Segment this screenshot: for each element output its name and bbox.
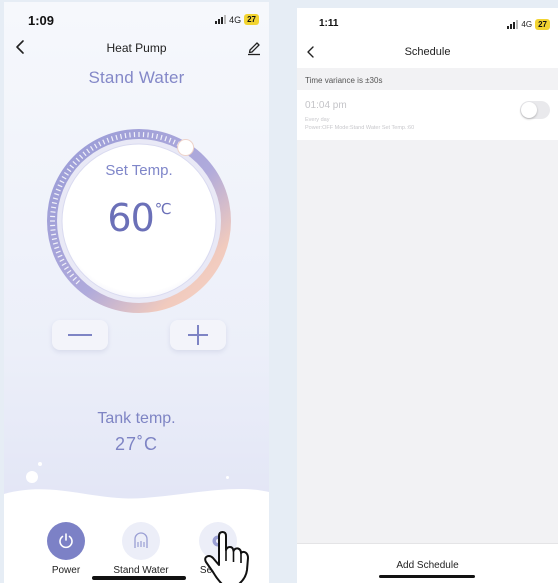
time-variance-note: Time variance is ±30s — [305, 76, 383, 85]
signal-icon — [215, 15, 227, 24]
battery-badge: 27 — [244, 14, 259, 25]
dial-knob — [177, 139, 195, 157]
signal-icon — [507, 20, 519, 29]
tank-temp-value: 27˚C — [114, 434, 158, 454]
bubble-decoration — [226, 476, 229, 479]
set-temp-value: 60℃ — [42, 196, 236, 240]
stand-water-button[interactable] — [122, 522, 160, 560]
tab-label: Power — [51, 565, 81, 576]
status-indicators: 4G 27 — [215, 14, 259, 25]
heat-pump-screen: 1:09 4G 27 Heat Pump Stand Water Set Tem… — [4, 2, 269, 583]
home-indicator — [379, 575, 475, 578]
mode-title: Stand Water — [88, 68, 185, 87]
tab-label: Stand Water — [113, 565, 169, 576]
bubble-decoration — [38, 462, 42, 466]
battery-badge: 27 — [535, 19, 550, 30]
power-button[interactable] — [47, 522, 85, 560]
decrease-temp-button[interactable] — [52, 320, 108, 350]
status-bar: 1:11 4G 27 — [297, 8, 558, 36]
temp-unit: ℃ — [154, 200, 172, 218]
home-indicator — [92, 576, 186, 580]
set-temp-label: Set Temp. — [105, 162, 173, 179]
page-title: Heat Pump — [106, 41, 167, 55]
schedule-repeat: Every day — [305, 117, 330, 123]
network-label: 4G — [521, 20, 533, 29]
status-indicators: 4G 27 — [507, 19, 550, 30]
pencil-icon[interactable] — [245, 38, 263, 56]
tab-stand-water[interactable]: Stand Water — [101, 522, 181, 576]
temp-number: 60 — [107, 196, 154, 240]
power-icon — [59, 533, 73, 549]
schedule-time: 01:04 pm — [305, 100, 347, 111]
tab-power[interactable]: Power — [26, 522, 106, 576]
minus-icon — [68, 334, 92, 336]
dial-tick — [147, 132, 149, 138]
network-label: 4G — [229, 14, 242, 25]
page-title: Schedule — [404, 46, 451, 58]
bubble-decoration — [26, 471, 38, 483]
nav-bar: Heat Pump — [4, 36, 269, 60]
tank-temp-label: Tank temp. — [97, 410, 176, 427]
status-bar: 1:09 4G 27 — [4, 2, 269, 32]
schedule-detail: Power:OFF Mode:Stand Water Set Temp.:60 — [305, 125, 415, 131]
pointing-hand-icon — [204, 531, 249, 583]
water-heater-icon — [134, 532, 148, 548]
increase-temp-button[interactable] — [170, 320, 226, 350]
plus-icon — [188, 325, 208, 345]
schedule-item[interactable]: 01:04 pm Every day Power:OFF Mode:Stand … — [297, 90, 558, 140]
schedule-toggle[interactable] — [520, 101, 550, 119]
status-time: 1:09 — [28, 13, 55, 28]
toggle-knob — [521, 102, 537, 118]
nav-bar: Schedule — [297, 36, 558, 68]
schedule-screen: 1:11 4G 27 Schedule Time variance is ±30… — [297, 8, 558, 583]
bubble-decoration — [232, 494, 239, 501]
status-time: 1:11 — [319, 18, 339, 29]
dial-tick — [124, 133, 127, 139]
dial-tick — [129, 132, 131, 138]
add-schedule-button[interactable]: Add Schedule — [297, 560, 558, 571]
dial-tick — [151, 133, 154, 139]
